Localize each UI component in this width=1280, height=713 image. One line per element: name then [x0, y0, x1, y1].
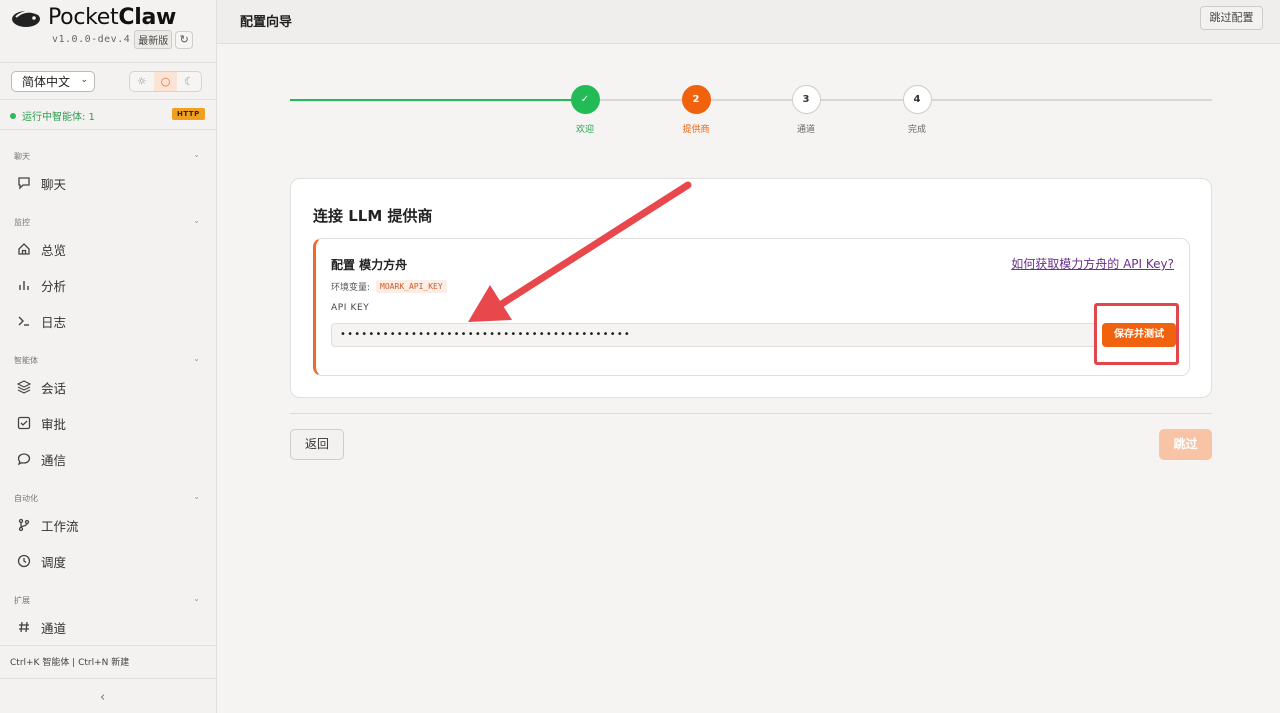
sidebar-section-header[interactable]: 监控 ⌄	[14, 216, 200, 228]
save-and-test-button[interactable]: 保存并测试	[1102, 323, 1176, 347]
sidebar-item[interactable]: 总览	[16, 237, 66, 261]
latest-badge: 最新版	[134, 30, 173, 49]
language-select[interactable]: 简体中文 ⌄	[11, 71, 95, 92]
step-4-label: 完成	[907, 125, 926, 135]
sidebar-item-label: 聊天	[41, 176, 67, 192]
sidebar-item-label: 工作流	[41, 518, 79, 534]
env-var-code: MOARK_API_KEY	[376, 280, 447, 293]
step-2-label: 提供商	[682, 125, 710, 135]
section-title: 聊天	[14, 152, 30, 161]
refresh-icon[interactable]: ↻	[175, 30, 194, 49]
sidebar-item[interactable]: 日志	[16, 309, 66, 333]
home-icon	[16, 241, 32, 257]
page-title: 配置向导	[240, 15, 293, 30]
brand-name: PocketClaw	[48, 4, 177, 30]
branch-icon	[16, 517, 32, 533]
step-4-marker[interactable]: 4	[902, 85, 932, 114]
running-agents-status: 运行中智能体: 1	[10, 108, 95, 123]
sidebar-item-label: 通道	[41, 620, 67, 636]
divider	[0, 62, 217, 63]
divider	[0, 678, 217, 679]
moon-icon[interactable]: ☾	[177, 72, 201, 91]
sidebar-item[interactable]: 通道	[16, 615, 66, 639]
sidebar-item-label: 日志	[41, 314, 67, 330]
api-key-input[interactable]: ••••••••••••••••••••••••••••••••••••••••…	[331, 323, 1097, 347]
hash-icon	[16, 619, 32, 635]
sidebar-item[interactable]: 工作流	[16, 513, 79, 537]
theme-toggle-group: ☼ ○ ☾	[129, 71, 202, 92]
section-title: 监控	[14, 218, 30, 227]
terminal-icon	[16, 313, 32, 329]
divider	[290, 413, 1212, 414]
env-var-label: 环境变量:	[331, 283, 371, 293]
step-3-label: 通道	[796, 125, 815, 135]
auto-icon[interactable]: ○	[153, 72, 178, 91]
chevron-down-icon: ⌄	[193, 594, 200, 603]
provider-title: 配置 模力方舟	[331, 258, 408, 272]
stepper-track-line	[585, 99, 1212, 101]
step-1-label: 欢迎	[575, 125, 594, 135]
section-title: 扩展	[14, 596, 30, 605]
http-badge: HTTP	[172, 108, 205, 120]
card-title: 连接 LLM 提供商	[313, 207, 433, 225]
version-text: v1.0.0-dev.4	[52, 34, 131, 45]
top-bar: 配置向导 跳过配置	[217, 0, 1280, 44]
skip-button[interactable]: 跳过	[1159, 429, 1212, 460]
back-button[interactable]: 返回	[290, 429, 344, 460]
divider	[0, 99, 217, 100]
checkbox-icon	[16, 415, 32, 431]
sidebar-item-label: 会话	[41, 380, 67, 396]
sun-icon[interactable]: ☼	[130, 72, 154, 91]
layers-icon	[16, 379, 32, 395]
status-dot-icon	[10, 112, 16, 119]
sidebar: PocketClaw v1.0.0-dev.4 最新版 ↻ 简体中文 ⌄ ☼ ○ ☾…	[0, 0, 217, 713]
sidebar-item[interactable]: 聊天	[16, 171, 66, 195]
chevron-down-icon: ⌄	[193, 492, 200, 501]
running-agents-label: 运行中智能体: 1	[22, 112, 95, 123]
claw-logo-icon	[12, 10, 40, 27]
provider-config-box: 配置 模力方舟 如何获取模力方舟的 API Key? 环境变量: MOARK_A…	[313, 238, 1190, 376]
divider	[0, 129, 217, 130]
sidebar-item[interactable]: 审批	[16, 411, 66, 435]
bar-chart-icon	[16, 277, 32, 293]
sidebar-item-label: 总览	[41, 242, 67, 258]
sidebar-section-header[interactable]: 自动化 ⌄	[14, 492, 200, 504]
chevron-down-icon: ⌄	[193, 354, 200, 363]
sidebar-item-label: 审批	[41, 416, 67, 432]
clock-icon	[16, 553, 32, 569]
sidebar-item-label: 分析	[41, 278, 67, 294]
chat-icon	[16, 175, 32, 191]
step-1-marker[interactable]: ✓	[570, 85, 600, 114]
sidebar-item[interactable]: 会话	[16, 375, 66, 399]
collapse-sidebar-icon[interactable]: ‹	[100, 690, 105, 705]
sidebar-item[interactable]: 通信	[16, 447, 66, 471]
provider-card: 连接 LLM 提供商 配置 模力方舟 如何获取模力方舟的 API Key? 环境…	[290, 178, 1212, 398]
env-var-row: 环境变量: MOARK_API_KEY	[331, 280, 447, 293]
sidebar-section-header[interactable]: 扩展 ⌄	[14, 594, 200, 606]
chevron-down-icon: ⌄	[193, 150, 200, 159]
api-key-help-link[interactable]: 如何获取模力方舟的 API Key?	[1011, 255, 1174, 272]
sidebar-item[interactable]: 分析	[16, 273, 66, 297]
keyboard-shortcuts-hint: Ctrl+K 智能体 | Ctrl+N 新建	[10, 658, 130, 668]
message-icon	[16, 451, 32, 467]
language-value: 简体中文	[22, 75, 71, 89]
sidebar-section-header[interactable]: 聊天 ⌄	[14, 150, 200, 162]
section-title: 自动化	[14, 494, 38, 503]
skip-setup-button[interactable]: 跳过配置	[1200, 6, 1263, 30]
sidebar-section-header[interactable]: 智能体 ⌄	[14, 354, 200, 366]
divider	[0, 645, 217, 646]
sidebar-item-label: 通信	[41, 452, 67, 468]
step-3-marker[interactable]: 3	[791, 85, 821, 114]
brand-logo[interactable]: PocketClaw	[10, 4, 176, 30]
step-2-marker[interactable]: 2	[681, 85, 711, 114]
chevron-down-icon: ⌄	[80, 75, 88, 85]
chevron-down-icon: ⌄	[193, 216, 200, 225]
stepper-progress-line	[290, 99, 585, 101]
sidebar-item[interactable]: 调度	[16, 549, 66, 573]
section-title: 智能体	[14, 356, 38, 365]
sidebar-item-label: 调度	[41, 554, 67, 570]
api-key-label: API KEY	[331, 303, 370, 313]
